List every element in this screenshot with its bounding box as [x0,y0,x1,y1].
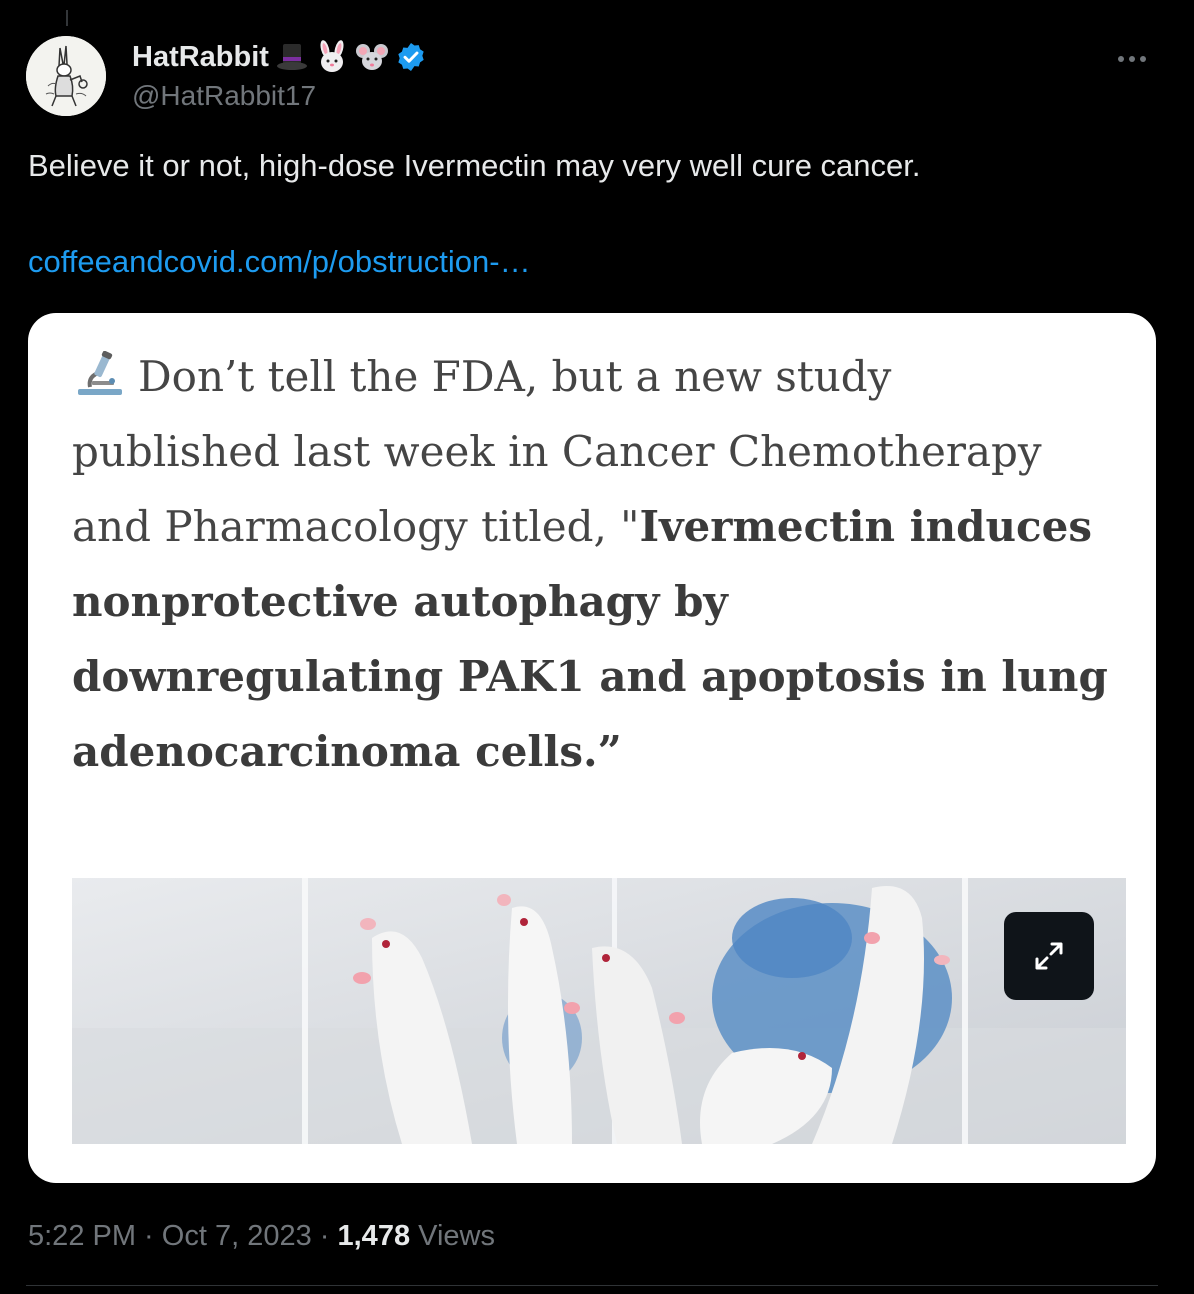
expand-arrows-icon [1035,942,1063,970]
verified-badge-icon[interactable] [395,41,427,73]
card-closing-quote: ” [597,727,622,776]
more-options-button[interactable] [1112,44,1152,74]
tweet-header: HatRabbit @HatRabbit17 [26,36,1168,120]
mouse-face-icon [355,44,388,70]
more-dots-icon [1118,56,1146,62]
attached-image-card[interactable]: Don’t tell the FDA, but a new study publ… [28,313,1156,1183]
author-name-row: HatRabbit [132,38,427,76]
card-quote-text: Don’t tell the FDA, but a new study publ… [72,339,1112,789]
top-hat-icon [276,44,307,70]
tweet-meta-row: 5:22 PM · Oct 7, 2023 · 1,478 Views [28,1220,495,1253]
lab-mice-image [72,878,1126,1144]
microscope-icon [78,351,122,395]
tweet-link[interactable]: coffeeandcovid.com/p/obstruction-… [28,244,531,280]
lab-mice-photo [72,878,1126,1144]
views-count[interactable]: 1,478 [338,1220,411,1252]
tweet-date[interactable]: Oct 7, 2023 [162,1220,312,1252]
avatar-white-rabbit-illustration [26,36,106,116]
expand-image-button[interactable] [1004,912,1094,1000]
views-label: Views [410,1220,495,1252]
thread-connector-line [66,10,68,26]
author-display-name[interactable]: HatRabbit [132,41,269,74]
meta-separator: · [136,1220,162,1252]
tweet-divider [26,1285,1158,1286]
rabbit-face-icon [320,40,344,72]
tweet-time[interactable]: 5:22 PM [28,1220,136,1252]
author-handle[interactable]: @HatRabbit17 [132,80,316,112]
meta-separator: · [311,1220,338,1252]
avatar[interactable] [26,36,106,116]
tweet-body-text: Believe it or not, high-dose Ivermectin … [28,148,921,183]
